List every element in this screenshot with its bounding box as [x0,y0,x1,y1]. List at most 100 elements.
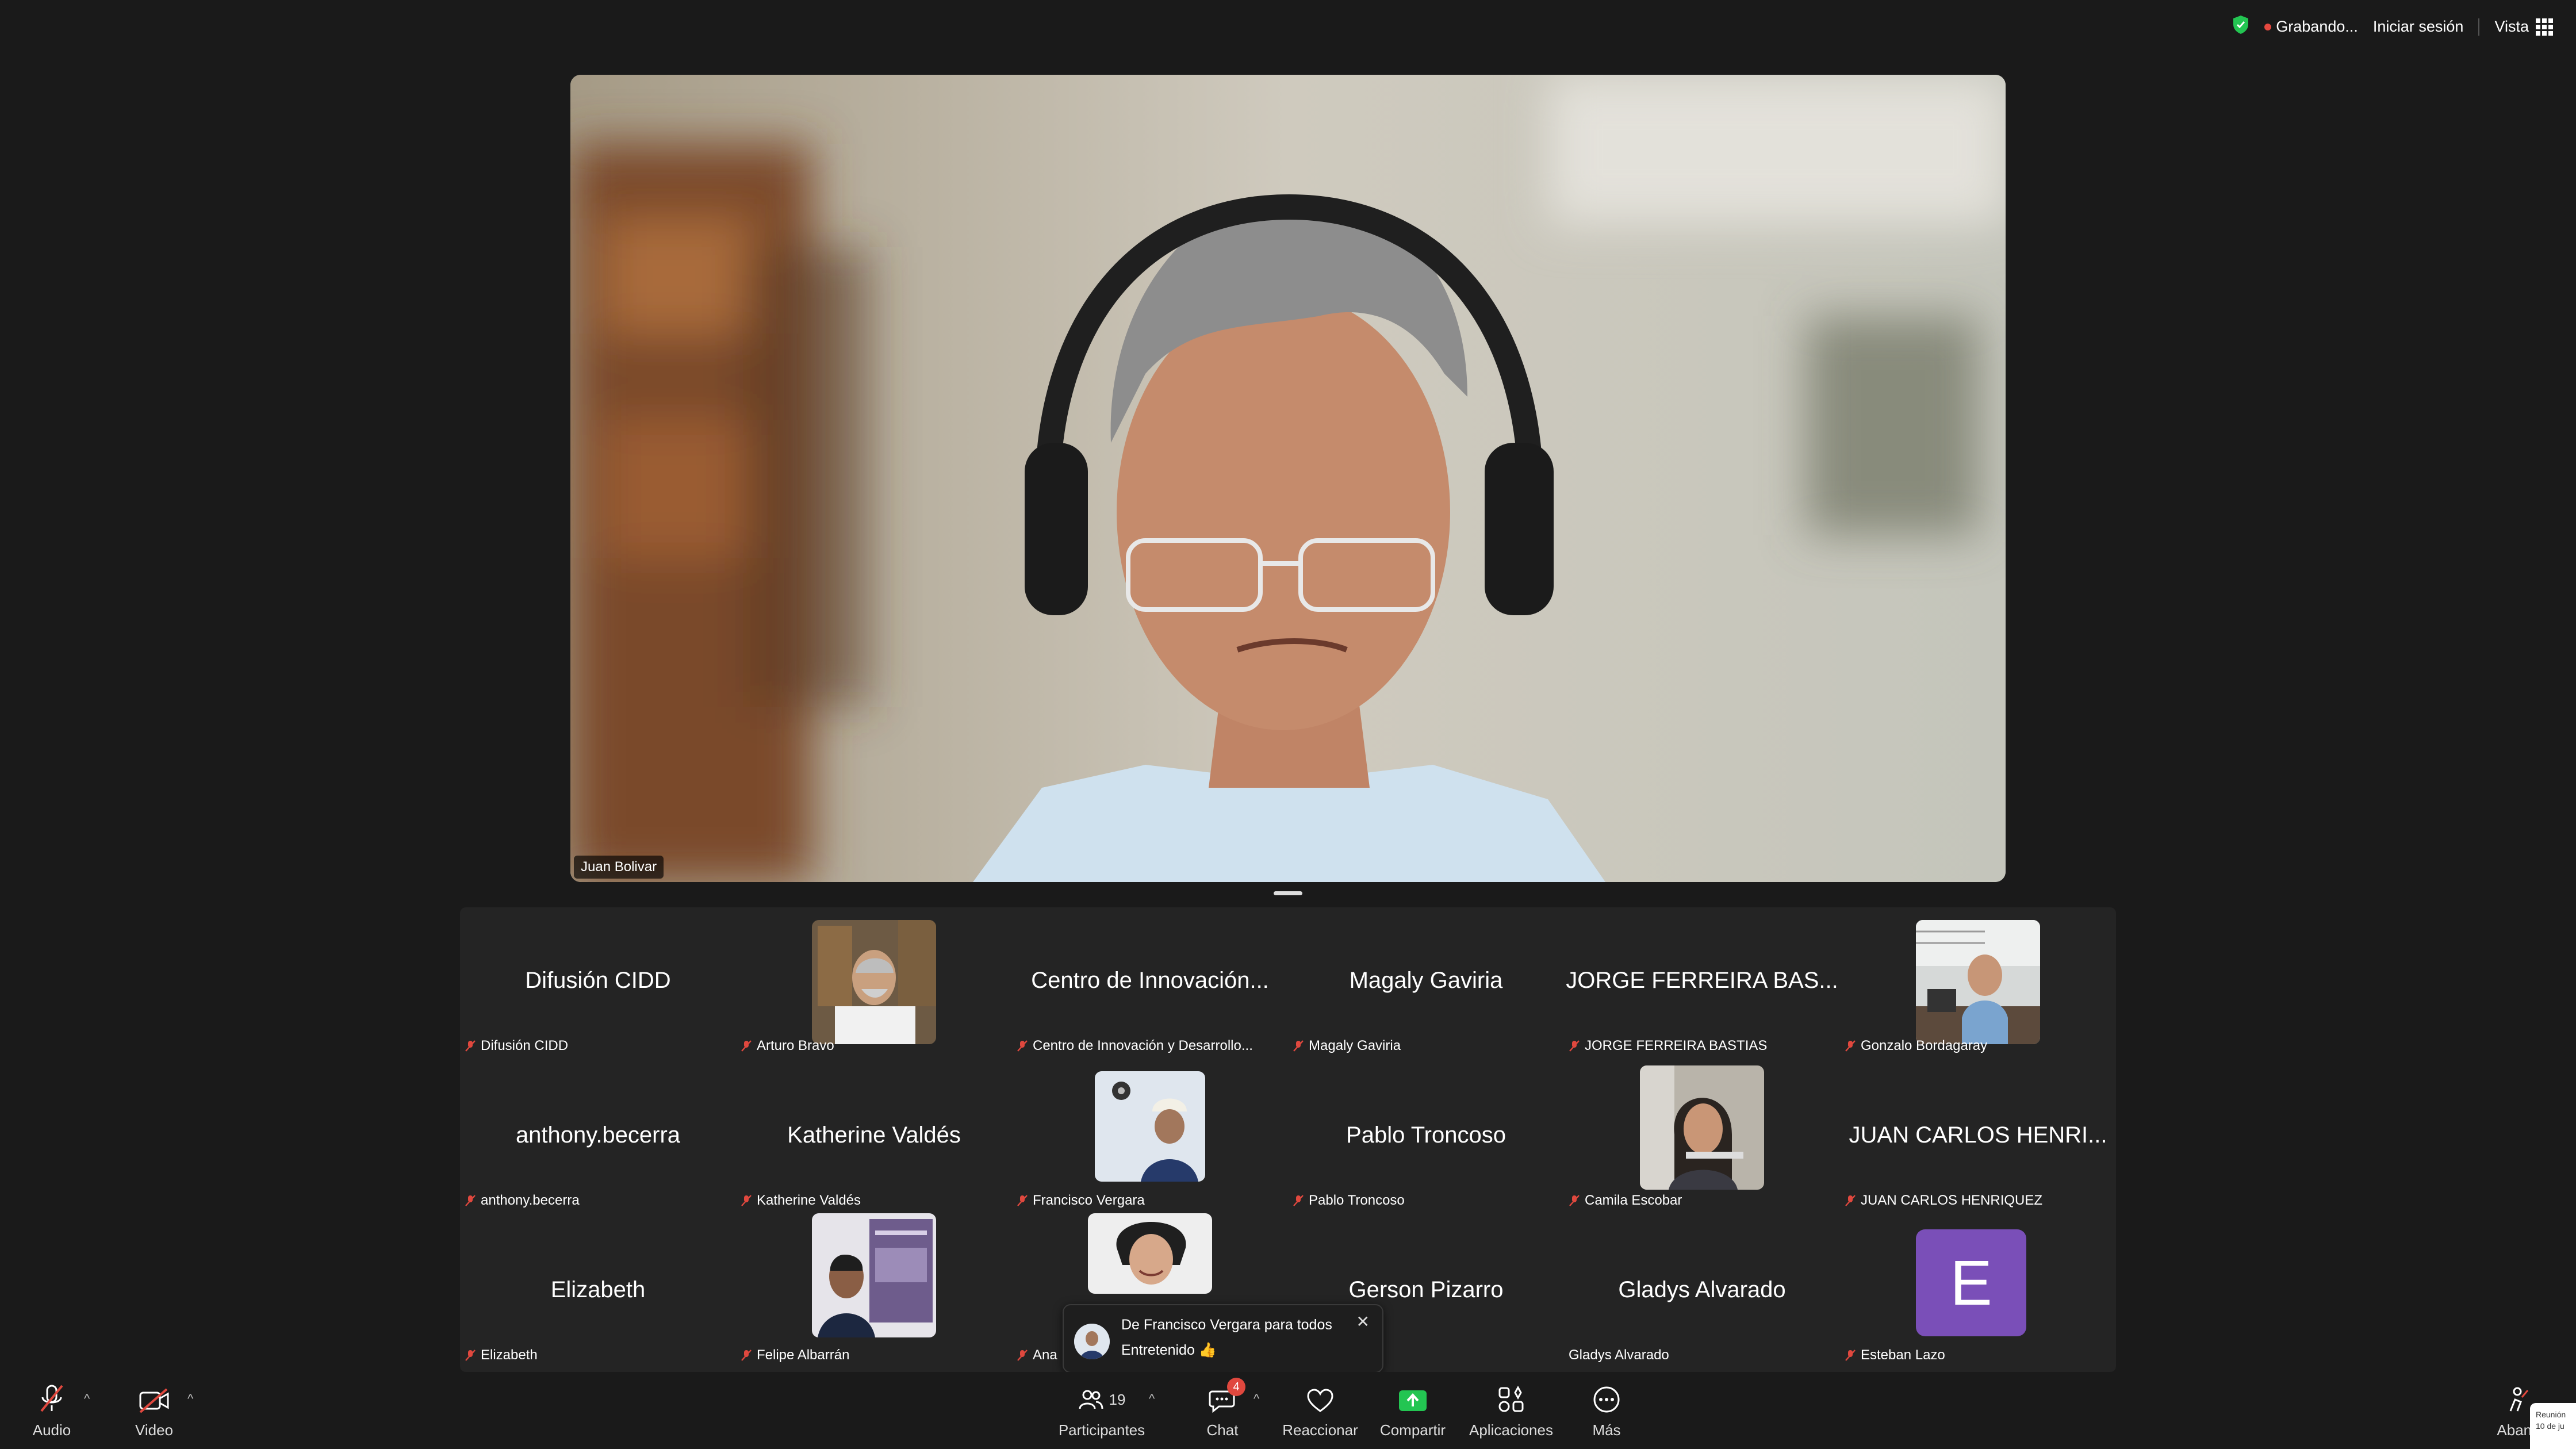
participant-video-thumbnail [812,920,936,1044]
participant-display-name: Gerson Pizarro [1348,1277,1504,1302]
participant-display-name: Centro de Innovación... [1031,968,1269,993]
participant-tile[interactable]: anthony.becerra anthony.becerra [460,1062,736,1217]
participants-options-caret-icon[interactable]: ^ [1149,1392,1155,1406]
participant-tile[interactable]: Pablo Troncoso Pablo Troncoso [1288,1062,1564,1217]
video-label: Video [135,1421,174,1439]
participant-label: Difusión CIDD [465,1038,568,1054]
top-bar: Grabando... Iniciar sesión Vista [2232,15,2553,39]
chat-sender: De Francisco Vergara para todos [1121,1317,1332,1333]
chat-unread-badge: 4 [1227,1378,1245,1396]
muted-mic-icon [1569,1040,1580,1052]
view-label: Vista [2494,18,2529,35]
participant-display-name: Magaly Gaviria [1349,968,1503,993]
participant-name: Pablo Troncoso [1309,1193,1405,1208]
muted-mic-icon [1293,1040,1304,1052]
participant-video-thumbnail [812,1213,936,1337]
participant-video-thumbnail [1916,920,2040,1044]
participant-display-name: Pablo Troncoso [1346,1122,1506,1148]
chat-notification[interactable]: De Francisco Vergara para todos Entreten… [1063,1304,1383,1383]
audio-button[interactable]: Audio [29,1372,75,1449]
participant-name: Gonzalo Bordagaray [1861,1038,1988,1053]
participant-label: anthony.becerra [465,1193,580,1209]
participant-name: anthony.becerra [481,1193,580,1208]
leave-person-icon [2509,1387,2529,1412]
participant-tile[interactable]: E Esteban Lazo [1840,1217,2116,1371]
participant-label: Katherine Valdés [741,1193,861,1209]
participant-tile[interactable]: Difusión CIDD Difusión CIDD [460,907,736,1062]
gallery-resize-handle[interactable] [1274,891,1302,895]
participants-gallery: Difusión CIDD Difusión CIDD Arturo Bravo… [460,907,2116,1372]
chat-message: Entretenido 👍 [1121,1342,1217,1358]
participant-display-name: Gladys Alvarado [1618,1277,1786,1302]
participants-button[interactable]: 19 Participantes [1056,1372,1148,1449]
recording-dot-icon [2264,23,2272,30]
participant-tile[interactable]: Camila Escobar [1564,1062,1840,1217]
participants-label: Participantes [1058,1421,1145,1439]
participant-video-thumbnail [1095,1071,1205,1182]
participant-label: Pablo Troncoso [1293,1193,1405,1209]
speaker-video-image [570,75,2006,882]
meeting-info-line: Reunión [2536,1410,2566,1419]
active-speaker-video[interactable]: Juan Bolivar [570,75,2006,882]
participant-tile[interactable]: Magaly Gaviria Magaly Gaviria [1288,907,1564,1062]
chat-options-caret-icon[interactable]: ^ [1254,1392,1259,1406]
share-label: Compartir [1379,1421,1446,1439]
react-button[interactable]: Reaccionar [1280,1372,1360,1449]
participant-tile[interactable]: Centro de Innovación... Centro de Innova… [1012,907,1288,1062]
participant-name: Francisco Vergara [1033,1193,1145,1208]
video-camera-off-icon [139,1388,169,1413]
participant-label: Felipe Albarrán [741,1347,849,1363]
view-button[interactable]: Vista [2494,18,2553,36]
video-options-caret-icon[interactable]: ^ [187,1392,193,1406]
participant-tile[interactable]: Francisco Vergara [1012,1062,1288,1217]
participant-tile[interactable]: JORGE FERREIRA BAS... JORGE FERREIRA BAS… [1564,907,1840,1062]
apps-icon [1498,1386,1524,1412]
participant-tile[interactable]: Elizabeth Elizabeth [460,1217,736,1371]
participant-name: Felipe Albarrán [757,1347,850,1363]
participant-label: Centro de Innovación y Desarrollo... [1017,1038,1253,1054]
more-button[interactable]: Más [1584,1372,1630,1449]
shield-security-icon[interactable] [2232,15,2249,39]
muted-mic-icon [741,1040,752,1052]
participant-display-name: anthony.becerra [515,1122,681,1148]
participant-label: Arturo Bravo [741,1038,834,1054]
muted-mic-icon [1845,1195,1856,1206]
signin-button[interactable]: Iniciar sesión [2373,18,2464,36]
close-icon[interactable]: ✕ [1356,1312,1370,1331]
share-screen-icon [1399,1390,1427,1411]
participant-name: Esteban Lazo [1861,1347,1945,1363]
video-button[interactable]: Video [131,1372,177,1449]
participant-name: Ana [1033,1347,1057,1363]
participant-name: Elizabeth [481,1347,538,1363]
participant-name: Difusión CIDD [481,1038,569,1053]
participant-tile[interactable]: JUAN CARLOS HENRI... JUAN CARLOS HENRIQU… [1840,1062,2116,1217]
audio-options-caret-icon[interactable]: ^ [84,1392,90,1406]
meeting-info-line: 10 de ju [2536,1421,2564,1431]
muted-mic-icon [1017,1195,1028,1206]
participant-tile[interactable]: Gonzalo Bordagaray [1840,907,2116,1062]
muted-mic-icon [1569,1195,1580,1206]
share-button[interactable]: Compartir [1374,1372,1451,1449]
participant-tile[interactable]: Katherine Valdés Katherine Valdés [736,1062,1012,1217]
meeting-info-card[interactable]: Reunión 10 de ju [2530,1403,2576,1449]
participant-name: Arturo Bravo [757,1038,834,1053]
react-label: Reaccionar [1282,1421,1358,1439]
recording-indicator[interactable]: Grabando... [2264,18,2358,36]
participant-label: Camila Escobar [1569,1193,1682,1209]
recording-label: Grabando... [2276,18,2358,35]
participant-avatar: E [1916,1229,2026,1336]
participant-label: Esteban Lazo [1845,1347,1945,1363]
participant-label: Magaly Gaviria [1293,1038,1401,1054]
participant-tile[interactable]: Gladys Alvarado Gladys Alvarado [1564,1217,1840,1371]
participant-name: Camila Escobar [1585,1193,1682,1208]
participant-label: JUAN CARLOS HENRIQUEZ [1845,1193,2042,1209]
participant-tile[interactable]: Felipe Albarrán [736,1213,1012,1371]
participant-display-name: JORGE FERREIRA BAS... [1566,968,1838,993]
apps-button[interactable]: Aplicaciones [1465,1372,1557,1449]
sender-avatar [1074,1324,1110,1359]
grid-view-icon [2536,18,2553,36]
participant-tile[interactable]: Arturo Bravo [736,907,1012,1062]
participant-video-thumbnail [1088,1213,1212,1294]
divider [2478,18,2480,36]
muted-mic-icon [465,1195,476,1206]
